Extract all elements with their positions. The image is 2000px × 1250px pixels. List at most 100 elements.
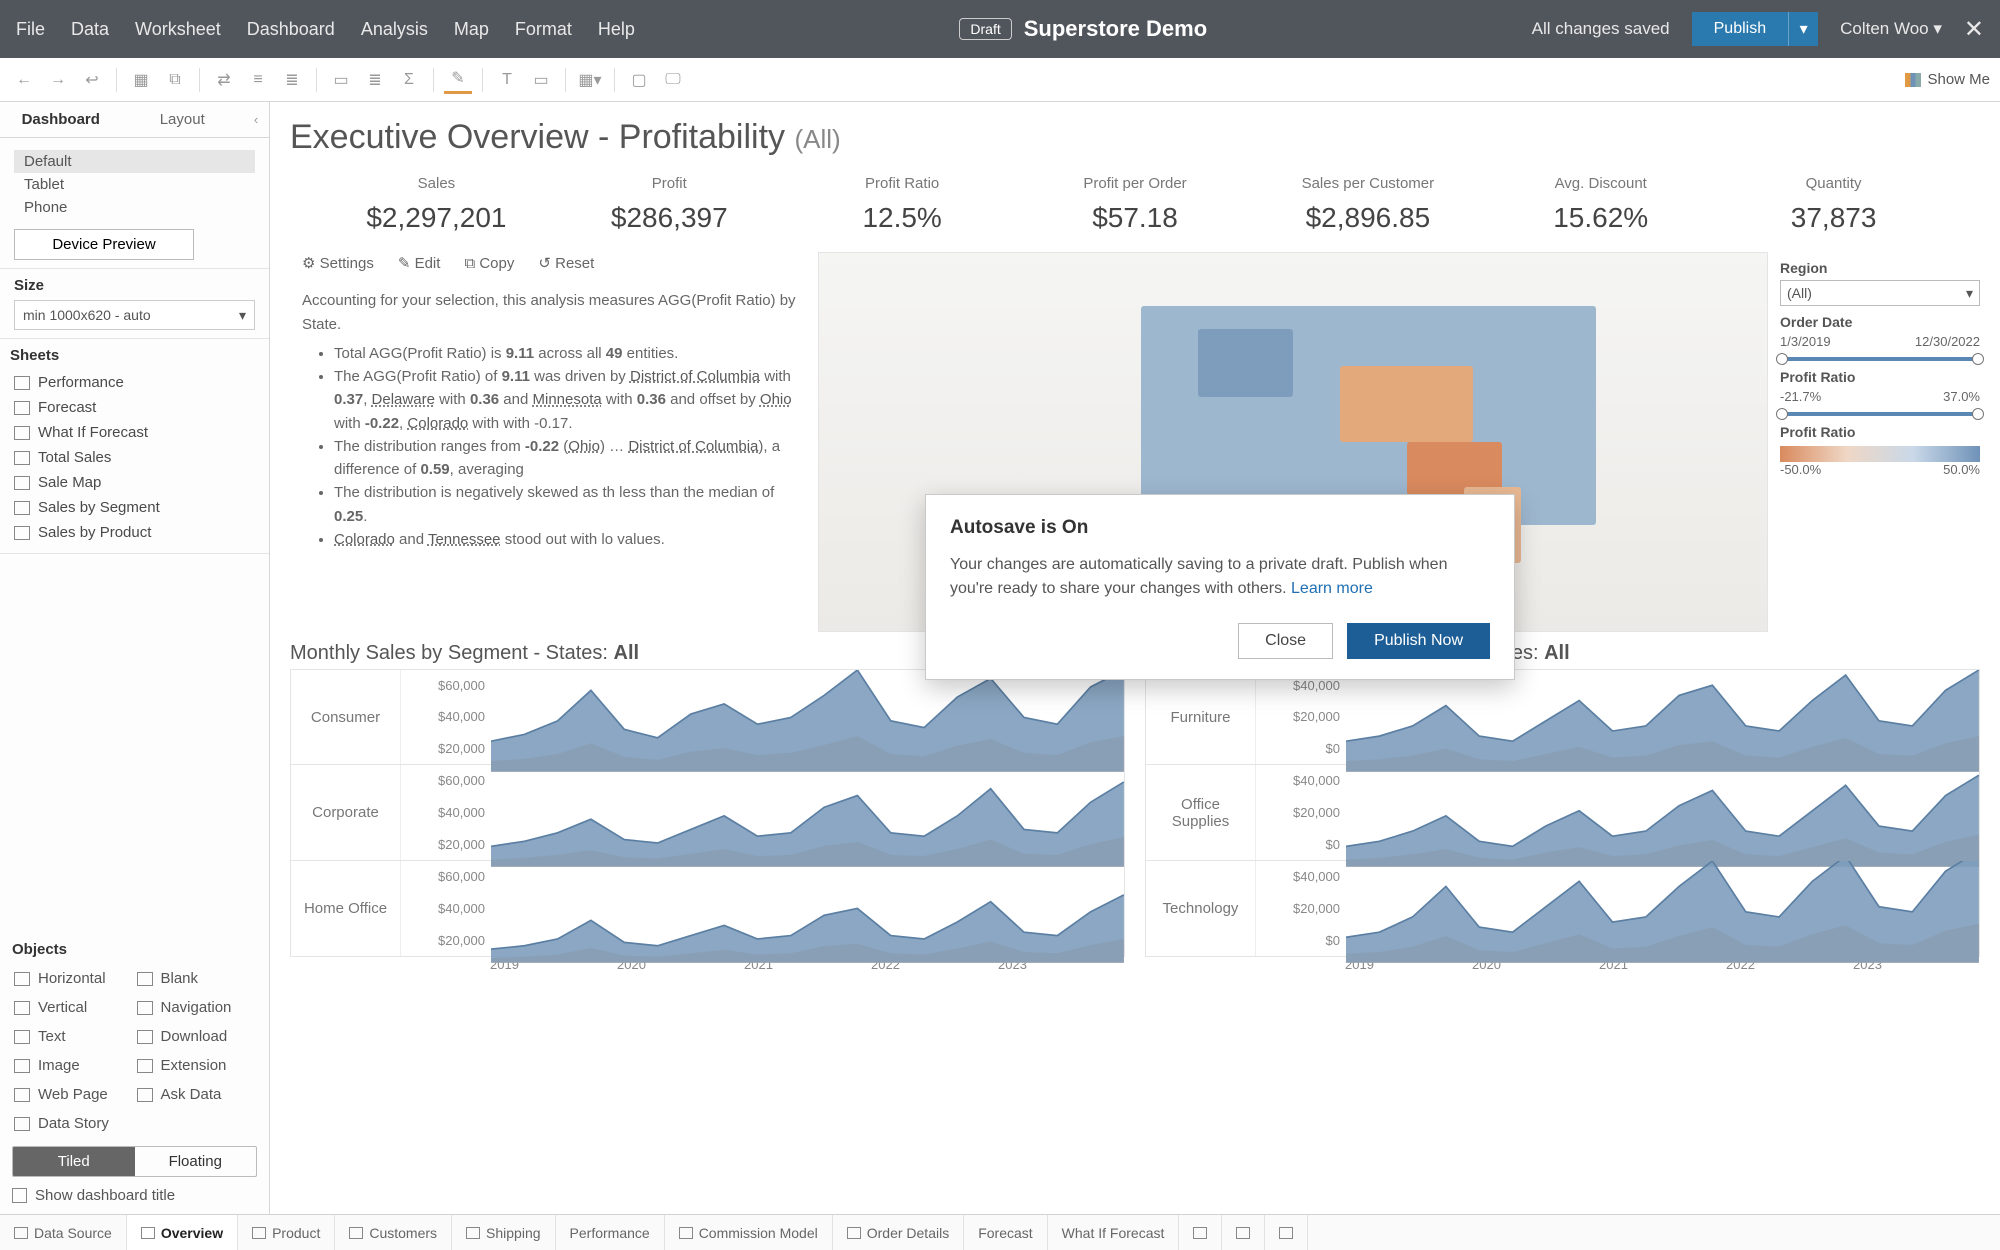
abc-icon[interactable]: ≣ bbox=[361, 66, 389, 94]
row-label: Furniture bbox=[1146, 670, 1256, 764]
dialog-publish-button[interactable]: Publish Now bbox=[1347, 623, 1490, 659]
publish-button[interactable]: Publish bbox=[1692, 12, 1788, 46]
obj-blank[interactable]: Blank bbox=[135, 964, 258, 993]
obj-datastory[interactable]: Data Story bbox=[12, 1109, 135, 1138]
objects-header: Objects bbox=[12, 941, 257, 958]
menu-worksheet[interactable]: Worksheet bbox=[135, 19, 221, 40]
close-icon[interactable]: ✕ bbox=[1964, 15, 1984, 44]
chevron-down-icon: ▾ bbox=[239, 307, 246, 324]
show-me-button[interactable]: Show Me bbox=[1905, 71, 1990, 88]
profitratio-slider[interactable] bbox=[1780, 412, 1980, 416]
obj-vertical[interactable]: Vertical bbox=[12, 993, 135, 1022]
sheet-icon bbox=[14, 501, 30, 515]
size-value: min 1000x620 - auto bbox=[23, 307, 151, 323]
tiled-option[interactable]: Tiled bbox=[13, 1147, 135, 1176]
region-select[interactable]: (All)▾ bbox=[1780, 280, 1980, 306]
orderdate-slider[interactable] bbox=[1780, 357, 1980, 361]
orderdate-label: Order Date bbox=[1780, 314, 1980, 330]
navigation-icon bbox=[137, 1001, 153, 1015]
dashboard-icon bbox=[349, 1227, 363, 1239]
learn-more-link[interactable]: Learn more bbox=[1291, 580, 1373, 597]
size-select[interactable]: min 1000x620 - auto ▾ bbox=[14, 300, 255, 330]
new-dashboard-icon[interactable] bbox=[1222, 1215, 1265, 1250]
dashboard-icon bbox=[252, 1227, 266, 1239]
sheet-forecast[interactable]: Forecast bbox=[10, 395, 259, 420]
obj-horizontal[interactable]: Horizontal bbox=[12, 964, 135, 993]
tab-orderdetails[interactable]: Order Details bbox=[833, 1215, 964, 1250]
sheet-icon bbox=[14, 401, 30, 415]
obj-download[interactable]: Download bbox=[135, 1022, 258, 1051]
user-menu[interactable]: Colten Woo ▾ bbox=[1840, 19, 1942, 39]
horizontal-icon bbox=[14, 972, 30, 986]
sheet-sales-segment[interactable]: Sales by Segment bbox=[10, 495, 259, 520]
revert-icon[interactable]: ↩ bbox=[78, 66, 106, 94]
device-tablet[interactable]: Tablet bbox=[14, 173, 255, 196]
sheet-icon bbox=[14, 426, 30, 440]
obj-extension[interactable]: Extension bbox=[135, 1051, 258, 1080]
tab-product[interactable]: Product bbox=[238, 1215, 335, 1250]
webpage-icon bbox=[14, 1088, 30, 1102]
obj-text[interactable]: Text bbox=[12, 1022, 135, 1051]
sort-desc-icon[interactable]: ≣ bbox=[278, 66, 306, 94]
sheet-performance[interactable]: Performance bbox=[10, 370, 259, 395]
tab-forecast[interactable]: Forecast bbox=[964, 1215, 1047, 1250]
explain-settings[interactable]: ⚙ Settings bbox=[302, 252, 374, 275]
explain-copy[interactable]: ⧉ Copy bbox=[464, 252, 514, 275]
menu-data[interactable]: Data bbox=[71, 19, 109, 40]
new-worksheet-icon[interactable] bbox=[1179, 1215, 1222, 1250]
tab-overview[interactable]: Overview bbox=[127, 1215, 238, 1250]
swap-icon[interactable]: ⇄ bbox=[210, 66, 238, 94]
format-icon[interactable]: T bbox=[493, 66, 521, 94]
tiled-floating-toggle[interactable]: Tiled Floating bbox=[12, 1146, 257, 1177]
highlight-icon[interactable]: ✎ bbox=[444, 66, 472, 94]
device-icon[interactable]: 🖵 bbox=[659, 66, 687, 94]
duplicate-icon[interactable]: ⧉ bbox=[161, 66, 189, 94]
sheet-whatif[interactable]: What If Forecast bbox=[10, 420, 259, 445]
tab-performance[interactable]: Performance bbox=[556, 1215, 665, 1250]
collapse-left-icon[interactable]: ‹ bbox=[243, 102, 269, 137]
menu-map[interactable]: Map bbox=[454, 19, 489, 40]
floating-option[interactable]: Floating bbox=[135, 1147, 257, 1176]
tab-whatif[interactable]: What If Forecast bbox=[1048, 1215, 1180, 1250]
sheet-sales-product[interactable]: Sales by Product bbox=[10, 520, 259, 545]
device-phone[interactable]: Phone bbox=[14, 196, 255, 219]
fit-icon[interactable]: ▭ bbox=[527, 66, 555, 94]
profitratio-label: Profit Ratio bbox=[1780, 369, 1980, 385]
fit-dropdown-icon[interactable]: ▦▾ bbox=[576, 66, 604, 94]
legend-label: Profit Ratio bbox=[1780, 424, 1980, 440]
dashboard-icon bbox=[847, 1227, 861, 1239]
tab-layout[interactable]: Layout bbox=[122, 102, 244, 137]
obj-askdata[interactable]: Ask Data bbox=[135, 1080, 258, 1109]
sort-asc-icon[interactable]: ≡ bbox=[244, 66, 272, 94]
tab-shipping[interactable]: Shipping bbox=[452, 1215, 556, 1250]
menu-help[interactable]: Help bbox=[598, 19, 635, 40]
panel-sales-by-category: Monthly Sales by Product Category - Stat… bbox=[1145, 642, 1980, 972]
menu-file[interactable]: File bbox=[16, 19, 45, 40]
device-default[interactable]: Default bbox=[14, 150, 255, 173]
dialog-close-button[interactable]: Close bbox=[1238, 623, 1333, 659]
menu-analysis[interactable]: Analysis bbox=[361, 19, 428, 40]
device-preview-button[interactable]: Device Preview bbox=[14, 229, 194, 260]
show-dashboard-title-check[interactable]: Show dashboard title bbox=[12, 1187, 257, 1204]
sheet-sale-map[interactable]: Sale Map bbox=[10, 470, 259, 495]
explain-edit[interactable]: ✎ Edit bbox=[398, 252, 441, 275]
tab-customers[interactable]: Customers bbox=[335, 1215, 452, 1250]
redo-icon[interactable]: → bbox=[44, 66, 72, 94]
obj-navigation[interactable]: Navigation bbox=[135, 993, 258, 1022]
totals-icon[interactable]: Σ bbox=[395, 66, 423, 94]
tab-dashboard[interactable]: Dashboard bbox=[0, 102, 122, 137]
new-worksheet-icon[interactable]: ▦ bbox=[127, 66, 155, 94]
sheet-total-sales[interactable]: Total Sales bbox=[10, 445, 259, 470]
undo-icon[interactable]: ← bbox=[10, 66, 38, 94]
group-icon[interactable]: ▭ bbox=[327, 66, 355, 94]
new-story-icon[interactable] bbox=[1265, 1215, 1308, 1250]
tab-datasource[interactable]: Data Source bbox=[0, 1215, 127, 1250]
obj-webpage[interactable]: Web Page bbox=[12, 1080, 135, 1109]
presentation-icon[interactable]: ▢ bbox=[625, 66, 653, 94]
obj-image[interactable]: Image bbox=[12, 1051, 135, 1080]
menu-dashboard[interactable]: Dashboard bbox=[247, 19, 335, 40]
tab-commission[interactable]: Commission Model bbox=[665, 1215, 833, 1250]
publish-dropdown[interactable]: ▾ bbox=[1788, 12, 1818, 46]
explain-reset[interactable]: ↺ Reset bbox=[538, 252, 594, 275]
menu-format[interactable]: Format bbox=[515, 19, 572, 40]
